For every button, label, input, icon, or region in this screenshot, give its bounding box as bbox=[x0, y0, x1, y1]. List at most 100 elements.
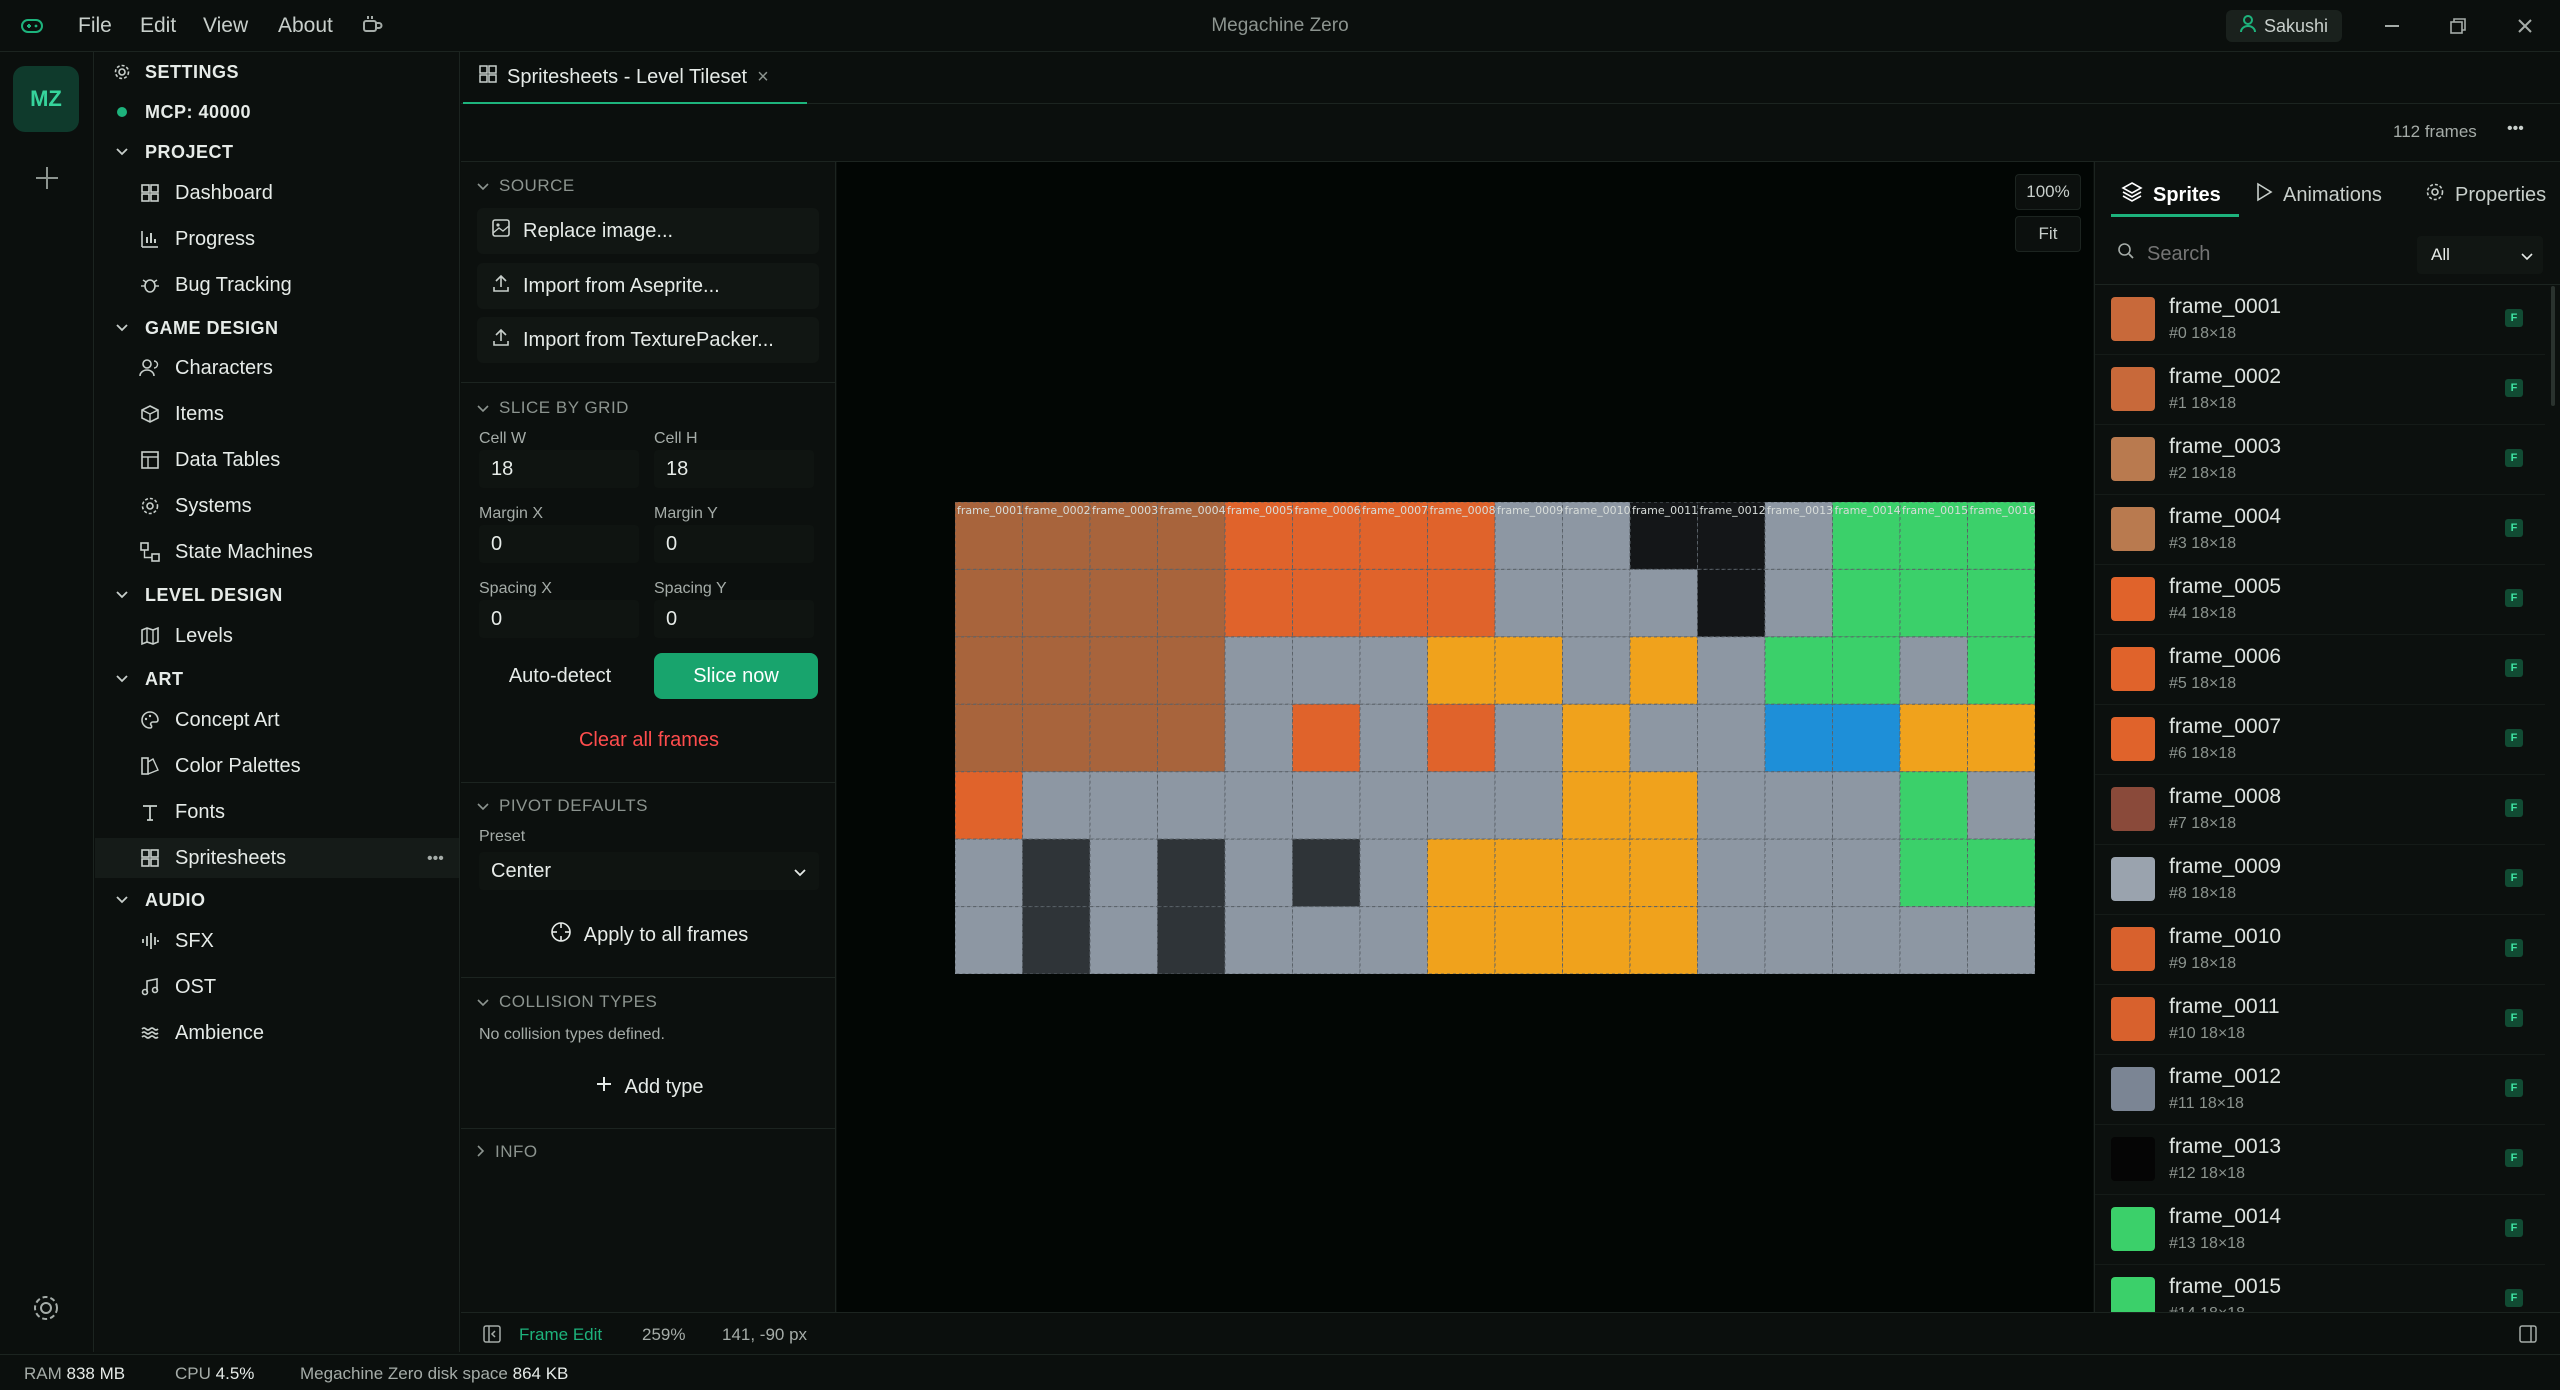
tile-cell[interactable] bbox=[1089, 771, 1158, 840]
add-project-icon[interactable] bbox=[33, 164, 61, 198]
tile-cell[interactable] bbox=[1967, 636, 2036, 705]
tile-cell[interactable] bbox=[1494, 906, 1563, 975]
tile-cell[interactable] bbox=[1022, 771, 1091, 840]
tile-cell[interactable] bbox=[954, 771, 1023, 840]
tile-cell[interactable] bbox=[1292, 838, 1361, 908]
menu-view[interactable]: View bbox=[203, 14, 248, 38]
frame-list-item[interactable]: frame_0004 #3 18×18 F bbox=[2095, 495, 2545, 565]
tile-cell[interactable] bbox=[1629, 906, 1698, 975]
tile-cell[interactable] bbox=[1967, 568, 2036, 638]
tile-cell[interactable] bbox=[1562, 568, 1631, 638]
close-icon[interactable] bbox=[2511, 12, 2539, 40]
tile-cell[interactable] bbox=[1697, 568, 1766, 638]
frame-list-item[interactable]: frame_0008 #7 18×18 F bbox=[2095, 775, 2545, 845]
tile-cell[interactable] bbox=[1697, 703, 1766, 773]
tile-cell[interactable] bbox=[1292, 771, 1361, 840]
mode-label[interactable]: Frame Edit bbox=[519, 1325, 602, 1345]
tile-cell[interactable] bbox=[1157, 568, 1226, 638]
sidebar-item-state-machines[interactable]: State Machines bbox=[95, 532, 459, 572]
tile-cell[interactable] bbox=[1022, 906, 1091, 975]
section-game-design[interactable]: GAME DESIGN bbox=[95, 308, 459, 348]
tile-cell[interactable] bbox=[1224, 771, 1293, 840]
tile-cell[interactable] bbox=[954, 838, 1023, 908]
tile-cell[interactable] bbox=[1629, 568, 1698, 638]
tile-cell[interactable] bbox=[1562, 703, 1631, 773]
tile-cell[interactable] bbox=[1899, 771, 1968, 840]
panel-toggle-icon[interactable] bbox=[483, 1325, 501, 1349]
sidebar-item-data-tables[interactable]: Data Tables bbox=[95, 440, 459, 480]
tile-cell[interactable] bbox=[1697, 838, 1766, 908]
cell-h-input[interactable]: 18 bbox=[654, 450, 814, 488]
tile-cell[interactable] bbox=[1899, 906, 1968, 975]
search-box[interactable] bbox=[2111, 232, 2411, 276]
tile-cell[interactable] bbox=[1089, 838, 1158, 908]
tile-cell[interactable] bbox=[1224, 838, 1293, 908]
tile-cell[interactable] bbox=[1292, 636, 1361, 705]
tile-cell[interactable] bbox=[1967, 906, 2036, 975]
section-info[interactable]: INFO bbox=[477, 1140, 538, 1164]
auto-detect-button[interactable]: Auto-detect bbox=[479, 653, 641, 699]
sidebar-item-progress[interactable]: Progress bbox=[95, 219, 459, 259]
tile-cell[interactable] bbox=[1157, 636, 1226, 705]
tile-cell[interactable] bbox=[1427, 636, 1496, 705]
frame-list-item[interactable]: frame_0003 #2 18×18 F bbox=[2095, 425, 2545, 495]
sprite-canvas[interactable]: 100% Fit frame_0001 frame_0002 frame_0003 f… bbox=[837, 162, 2093, 1312]
sidebar-item-ambience[interactable]: Ambience bbox=[95, 1013, 459, 1053]
tile-cell[interactable] bbox=[1629, 838, 1698, 908]
tile-cell[interactable] bbox=[1697, 906, 1766, 975]
tile-cell[interactable] bbox=[1562, 906, 1631, 975]
import-aseprite-button[interactable]: Import from Aseprite... bbox=[477, 263, 819, 309]
tile-cell[interactable] bbox=[1494, 568, 1563, 638]
tile-cell[interactable] bbox=[1562, 771, 1631, 840]
tile-cell[interactable] bbox=[1697, 636, 1766, 705]
tile-cell[interactable] bbox=[1764, 703, 1833, 773]
tile-cell[interactable] bbox=[1089, 568, 1158, 638]
scrollbar[interactable] bbox=[2551, 286, 2555, 406]
tile-cell[interactable] bbox=[1832, 771, 1901, 840]
tile-cell[interactable] bbox=[1224, 568, 1293, 638]
clear-all-frames-button[interactable]: Clear all frames bbox=[479, 717, 819, 763]
tile-cell[interactable] bbox=[1359, 771, 1428, 840]
tab-close-icon[interactable]: × bbox=[757, 66, 769, 89]
sidebar-item-systems[interactable]: Systems bbox=[95, 486, 459, 526]
tab-sprites[interactable]: Sprites bbox=[2121, 172, 2221, 218]
tile-cell[interactable] bbox=[1562, 636, 1631, 705]
tile-cell[interactable] bbox=[1832, 906, 1901, 975]
replace-image-button[interactable]: Replace image... bbox=[477, 208, 819, 254]
frame-list-item[interactable]: frame_0002 #1 18×18 F bbox=[2095, 355, 2545, 425]
tile-cell[interactable] bbox=[1359, 636, 1428, 705]
restore-icon[interactable] bbox=[2444, 12, 2472, 40]
section-project[interactable]: PROJECT bbox=[95, 132, 459, 172]
margin-x-input[interactable]: 0 bbox=[479, 525, 639, 563]
section-pivot-defaults[interactable]: PIVOT DEFAULTS bbox=[477, 794, 648, 818]
tile-cell[interactable] bbox=[1224, 906, 1293, 975]
tile-cell[interactable] bbox=[954, 703, 1023, 773]
apply-to-all-frames-button[interactable]: Apply to all frames bbox=[479, 912, 819, 958]
sidebar-item-dashboard[interactable]: Dashboard bbox=[95, 173, 459, 213]
tile-cell[interactable] bbox=[1022, 568, 1091, 638]
preset-select[interactable]: Center bbox=[479, 852, 819, 890]
coffee-icon[interactable] bbox=[360, 13, 384, 43]
tile-cell[interactable] bbox=[1427, 568, 1496, 638]
tile-cell[interactable] bbox=[1764, 906, 1833, 975]
panel-right-toggle-icon[interactable] bbox=[2519, 1325, 2537, 1349]
search-input[interactable] bbox=[2147, 242, 2387, 266]
tile-cell[interactable] bbox=[1157, 838, 1226, 908]
sidebar-item-items[interactable]: Items bbox=[95, 394, 459, 434]
sidebar-settings[interactable]: SETTINGS bbox=[95, 52, 459, 92]
sidebar-item-sfx[interactable]: SFX bbox=[95, 921, 459, 961]
tile-cell[interactable] bbox=[1224, 636, 1293, 705]
tile-cell[interactable] bbox=[1224, 703, 1293, 773]
project-logo[interactable]: MZ bbox=[13, 66, 79, 132]
tile-cell[interactable] bbox=[1292, 568, 1361, 638]
user-button[interactable]: Sakushi bbox=[2226, 10, 2342, 42]
tile-cell[interactable] bbox=[954, 568, 1023, 638]
tile-cell[interactable] bbox=[954, 636, 1023, 705]
tile-cell[interactable] bbox=[1832, 838, 1901, 908]
spritesheet-image[interactable]: frame_0001 frame_0002 frame_0003 frame_0004… bbox=[954, 501, 2036, 975]
tab-animations[interactable]: Animations bbox=[2255, 172, 2382, 218]
sidebar-item-spritesheets[interactable]: Spritesheets ••• bbox=[95, 838, 459, 878]
tab-spritesheets-level-tileset[interactable]: Spritesheets - Level Tileset × bbox=[463, 52, 807, 104]
tile-cell[interactable] bbox=[1832, 568, 1901, 638]
zoom-level[interactable]: 100% bbox=[2015, 174, 2081, 210]
